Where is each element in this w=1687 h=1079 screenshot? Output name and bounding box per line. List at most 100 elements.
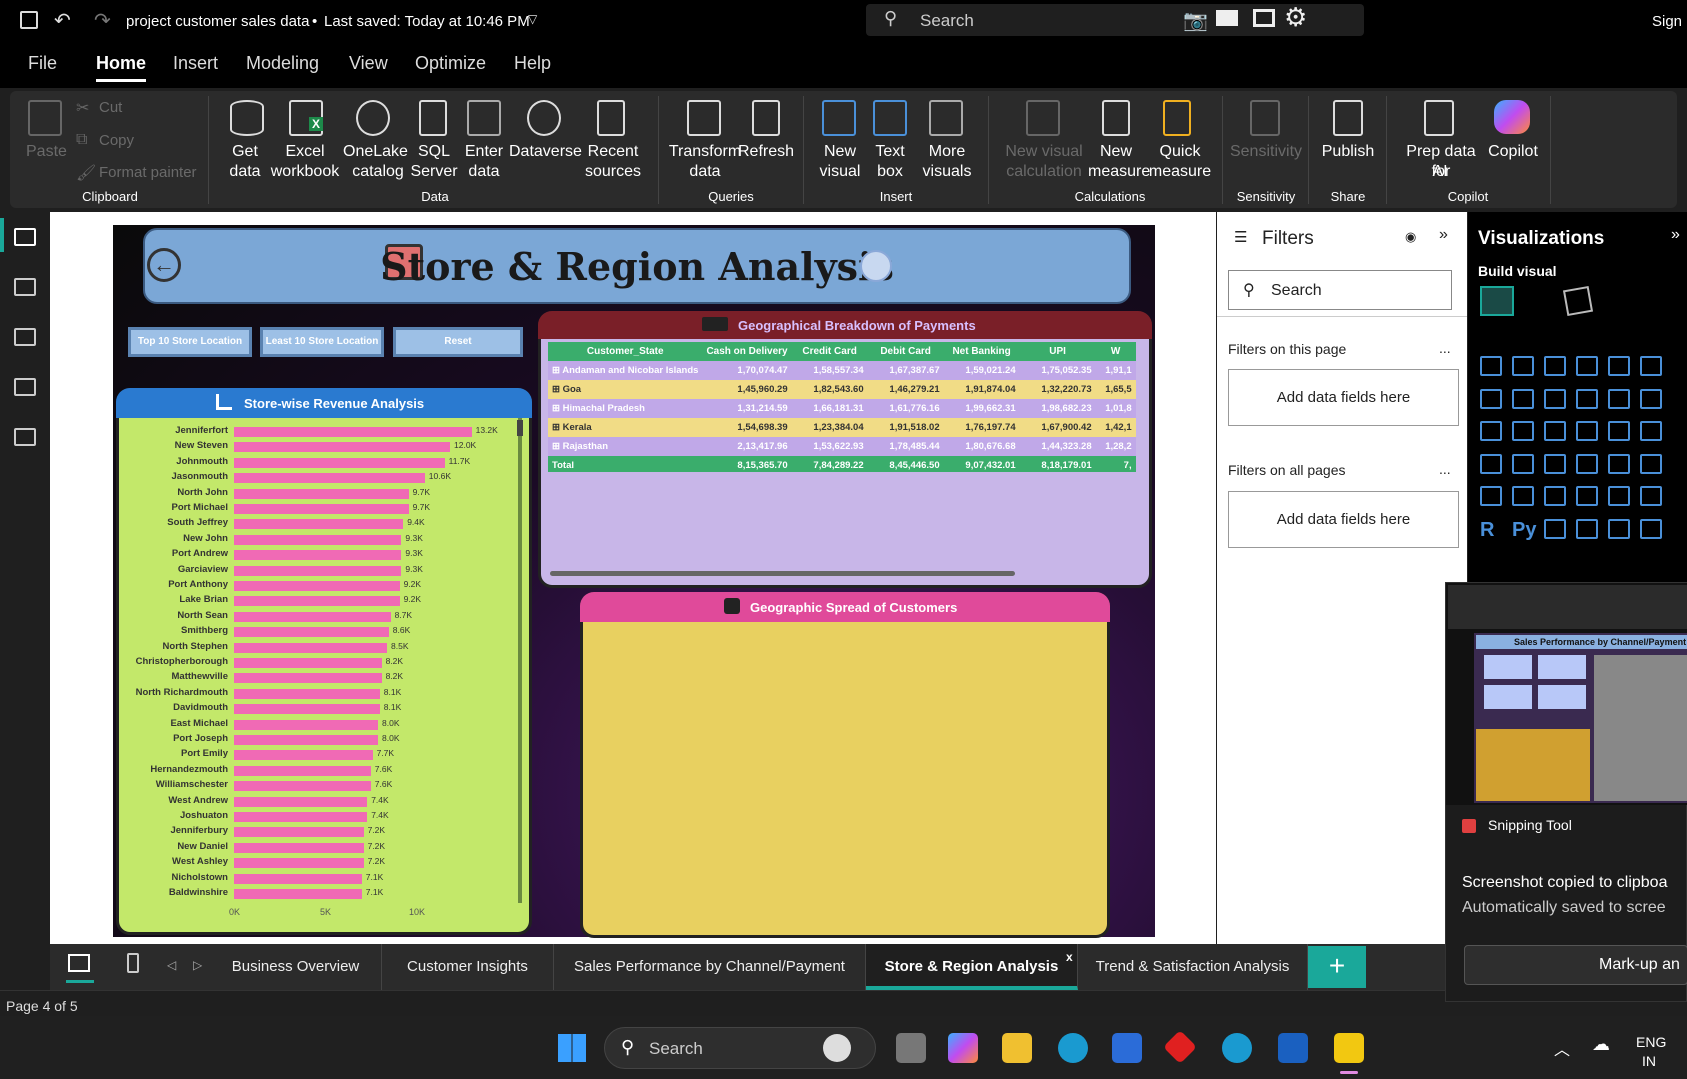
bar[interactable] [234, 642, 387, 653]
enter-data-l1[interactable]: Enter [462, 142, 506, 162]
bar-row[interactable]: East Michael 8.0K [116, 717, 516, 732]
sql-server-l1[interactable]: SQL [412, 142, 456, 162]
waterfall-icon[interactable] [1608, 388, 1630, 409]
outlook-icon[interactable] [1278, 1033, 1308, 1063]
bar-row[interactable]: North Sean 8.7K [116, 609, 516, 624]
bar-row[interactable]: Jenniferfort 13.2K [116, 424, 516, 439]
quick-measure-l2[interactable]: measure [1147, 162, 1213, 182]
menu-insert[interactable]: Insert [173, 53, 218, 74]
table-row[interactable]: ⊞ Andaman and Nicobar Islands 1,70,074.47… [548, 361, 1136, 380]
multi-row-card-icon[interactable] [1512, 486, 1534, 506]
bar[interactable] [234, 827, 364, 838]
bar-row[interactable]: Hernandezmouth 7.6K [116, 763, 516, 778]
bar[interactable] [234, 473, 425, 484]
snipping-tool-notification[interactable]: Sales Performance by Channel/Payment Sni… [1445, 582, 1687, 1002]
table-row[interactable]: ⊞ Kerala 1,54,698.39 1,23,384.04 1,91,518.0… [548, 418, 1136, 437]
table-column-header[interactable]: Credit Card [791, 342, 868, 361]
dataverse-button[interactable]: Dataverse [509, 142, 582, 162]
onelake-catalog-l2[interactable]: catalog [340, 162, 416, 182]
new-visual-calc-l1[interactable]: New visual [1000, 142, 1088, 162]
table-row[interactable]: ⊞ Rajasthan 2,13,417.96 1,53,622.93 1,78,48… [548, 437, 1136, 456]
combo-icon[interactable] [1512, 421, 1534, 441]
add-page-button[interactable]: + [1308, 946, 1366, 988]
next-page-icon[interactable]: ▷ [193, 958, 202, 972]
table-icon[interactable] [1608, 486, 1630, 506]
tab-close-icon[interactable]: x [1066, 950, 1073, 964]
windows-start-icon[interactable] [558, 1034, 586, 1062]
line-icon[interactable] [1480, 388, 1502, 409]
bar[interactable] [234, 858, 364, 869]
bar[interactable] [234, 581, 400, 591]
bar[interactable] [234, 550, 402, 561]
save-icon[interactable] [20, 11, 38, 29]
bar-row[interactable]: Garciaview 9.3K [116, 563, 516, 578]
bar[interactable] [234, 457, 445, 468]
report-view-icon[interactable] [14, 228, 36, 246]
bar[interactable] [234, 735, 378, 745]
bar-row[interactable]: Port Emily 7.7K [116, 747, 516, 762]
collapse-viz-icon[interactable]: » [1671, 226, 1680, 244]
document-title[interactable]: project customer sales data [126, 13, 309, 30]
publish-button[interactable]: Publish [1316, 142, 1380, 162]
copy-button[interactable]: Copy [99, 131, 134, 151]
enter-data-l2[interactable]: data [462, 162, 506, 182]
video-icon[interactable] [1216, 10, 1238, 26]
new-measure-l2[interactable]: measure [1088, 162, 1150, 182]
taskbar-search-box[interactable]: ⚲ Search [604, 1027, 876, 1069]
paste-button[interactable]: Paste [26, 142, 67, 162]
store-revenue-chart[interactable]: Jenniferfort 13.2K New Steven 12.0K Johnmout… [116, 424, 516, 904]
prep-data-ai-l2[interactable]: AI [1425, 162, 1455, 182]
bar-row[interactable]: Baldwinshire 7.1K [116, 886, 516, 901]
bar-row[interactable]: West Ashley 7.2K [116, 855, 516, 870]
bar-row[interactable]: Port Joseph 8.0K [116, 732, 516, 747]
bar[interactable] [234, 627, 389, 638]
copilot-taskbar-icon[interactable] [948, 1033, 978, 1063]
filters-on-page-more[interactable]: ... [1439, 340, 1451, 356]
smart-narrative-icon[interactable] [1640, 518, 1662, 539]
bar-row[interactable]: Smithberg 8.6K [116, 624, 516, 639]
table-column-header[interactable]: Customer_State [548, 342, 703, 361]
map-visual-area[interactable] [584, 622, 1106, 934]
sql-server-l2[interactable]: Server [410, 162, 458, 182]
bar[interactable] [234, 812, 368, 822]
bar-row[interactable]: New Steven 12.0K [116, 439, 516, 454]
menu-file[interactable]: File [28, 53, 57, 74]
chevron-up-icon[interactable]: ︿ [1554, 1036, 1570, 1060]
bar-row[interactable]: Jenniferbury 7.2K [116, 824, 516, 839]
new-visual-l1[interactable]: New [818, 142, 862, 162]
bar[interactable] [234, 611, 391, 622]
tab-trend-satisfaction[interactable]: Trend & Satisfaction Analysis [1078, 944, 1308, 990]
power-bi-icon[interactable] [1334, 1033, 1364, 1063]
bar[interactable] [234, 442, 450, 453]
bar[interactable] [234, 704, 380, 715]
bar-row[interactable]: Port Andrew 9.3K [116, 547, 516, 562]
menu-modeling[interactable]: Modeling [246, 53, 319, 74]
funnel-icon[interactable] [1544, 421, 1566, 441]
table-row[interactable]: ⊞ Himachal Pradesh 1,31,214.59 1,66,181.31… [548, 399, 1136, 418]
task-view-icon[interactable] [896, 1033, 926, 1063]
bar-row[interactable]: North Stephen 8.5K [116, 640, 516, 655]
tab-customer-insights[interactable]: Customer Insights [382, 944, 554, 990]
back-arrow-button[interactable]: ← [147, 248, 181, 282]
gauge-icon[interactable] [1640, 453, 1662, 474]
clustered-column-icon[interactable] [1576, 356, 1598, 376]
bar-row[interactable]: South Jeffrey 9.4K [116, 516, 516, 531]
last-saved[interactable]: Last saved: Today at 10:46 PM [324, 13, 530, 30]
chevron-down-icon[interactable]: ▽ [528, 12, 537, 26]
more-visuals-l1[interactable]: More [925, 142, 969, 162]
desktop-layout-icon[interactable] [68, 954, 90, 972]
filters-on-all-more[interactable]: ... [1439, 461, 1451, 477]
menu-home[interactable]: Home [96, 53, 146, 74]
store-app-icon[interactable] [1112, 1033, 1142, 1063]
filled-map-icon[interactable] [1544, 453, 1566, 474]
table-horizontal-scrollbar[interactable] [550, 571, 1015, 576]
bar[interactable] [234, 658, 382, 668]
stacked-area-icon[interactable] [1544, 388, 1566, 409]
edge-browser-icon[interactable] [1058, 1033, 1088, 1063]
tab-store-region-analysis[interactable]: Store & Region Analysis [866, 944, 1078, 990]
bar[interactable] [234, 842, 364, 853]
bar[interactable] [234, 796, 368, 807]
transform-data-l1[interactable]: Transform [668, 142, 742, 162]
top-10-store-button[interactable]: Top 10 Store Location [128, 327, 252, 357]
slicer-icon[interactable] [1576, 486, 1598, 506]
